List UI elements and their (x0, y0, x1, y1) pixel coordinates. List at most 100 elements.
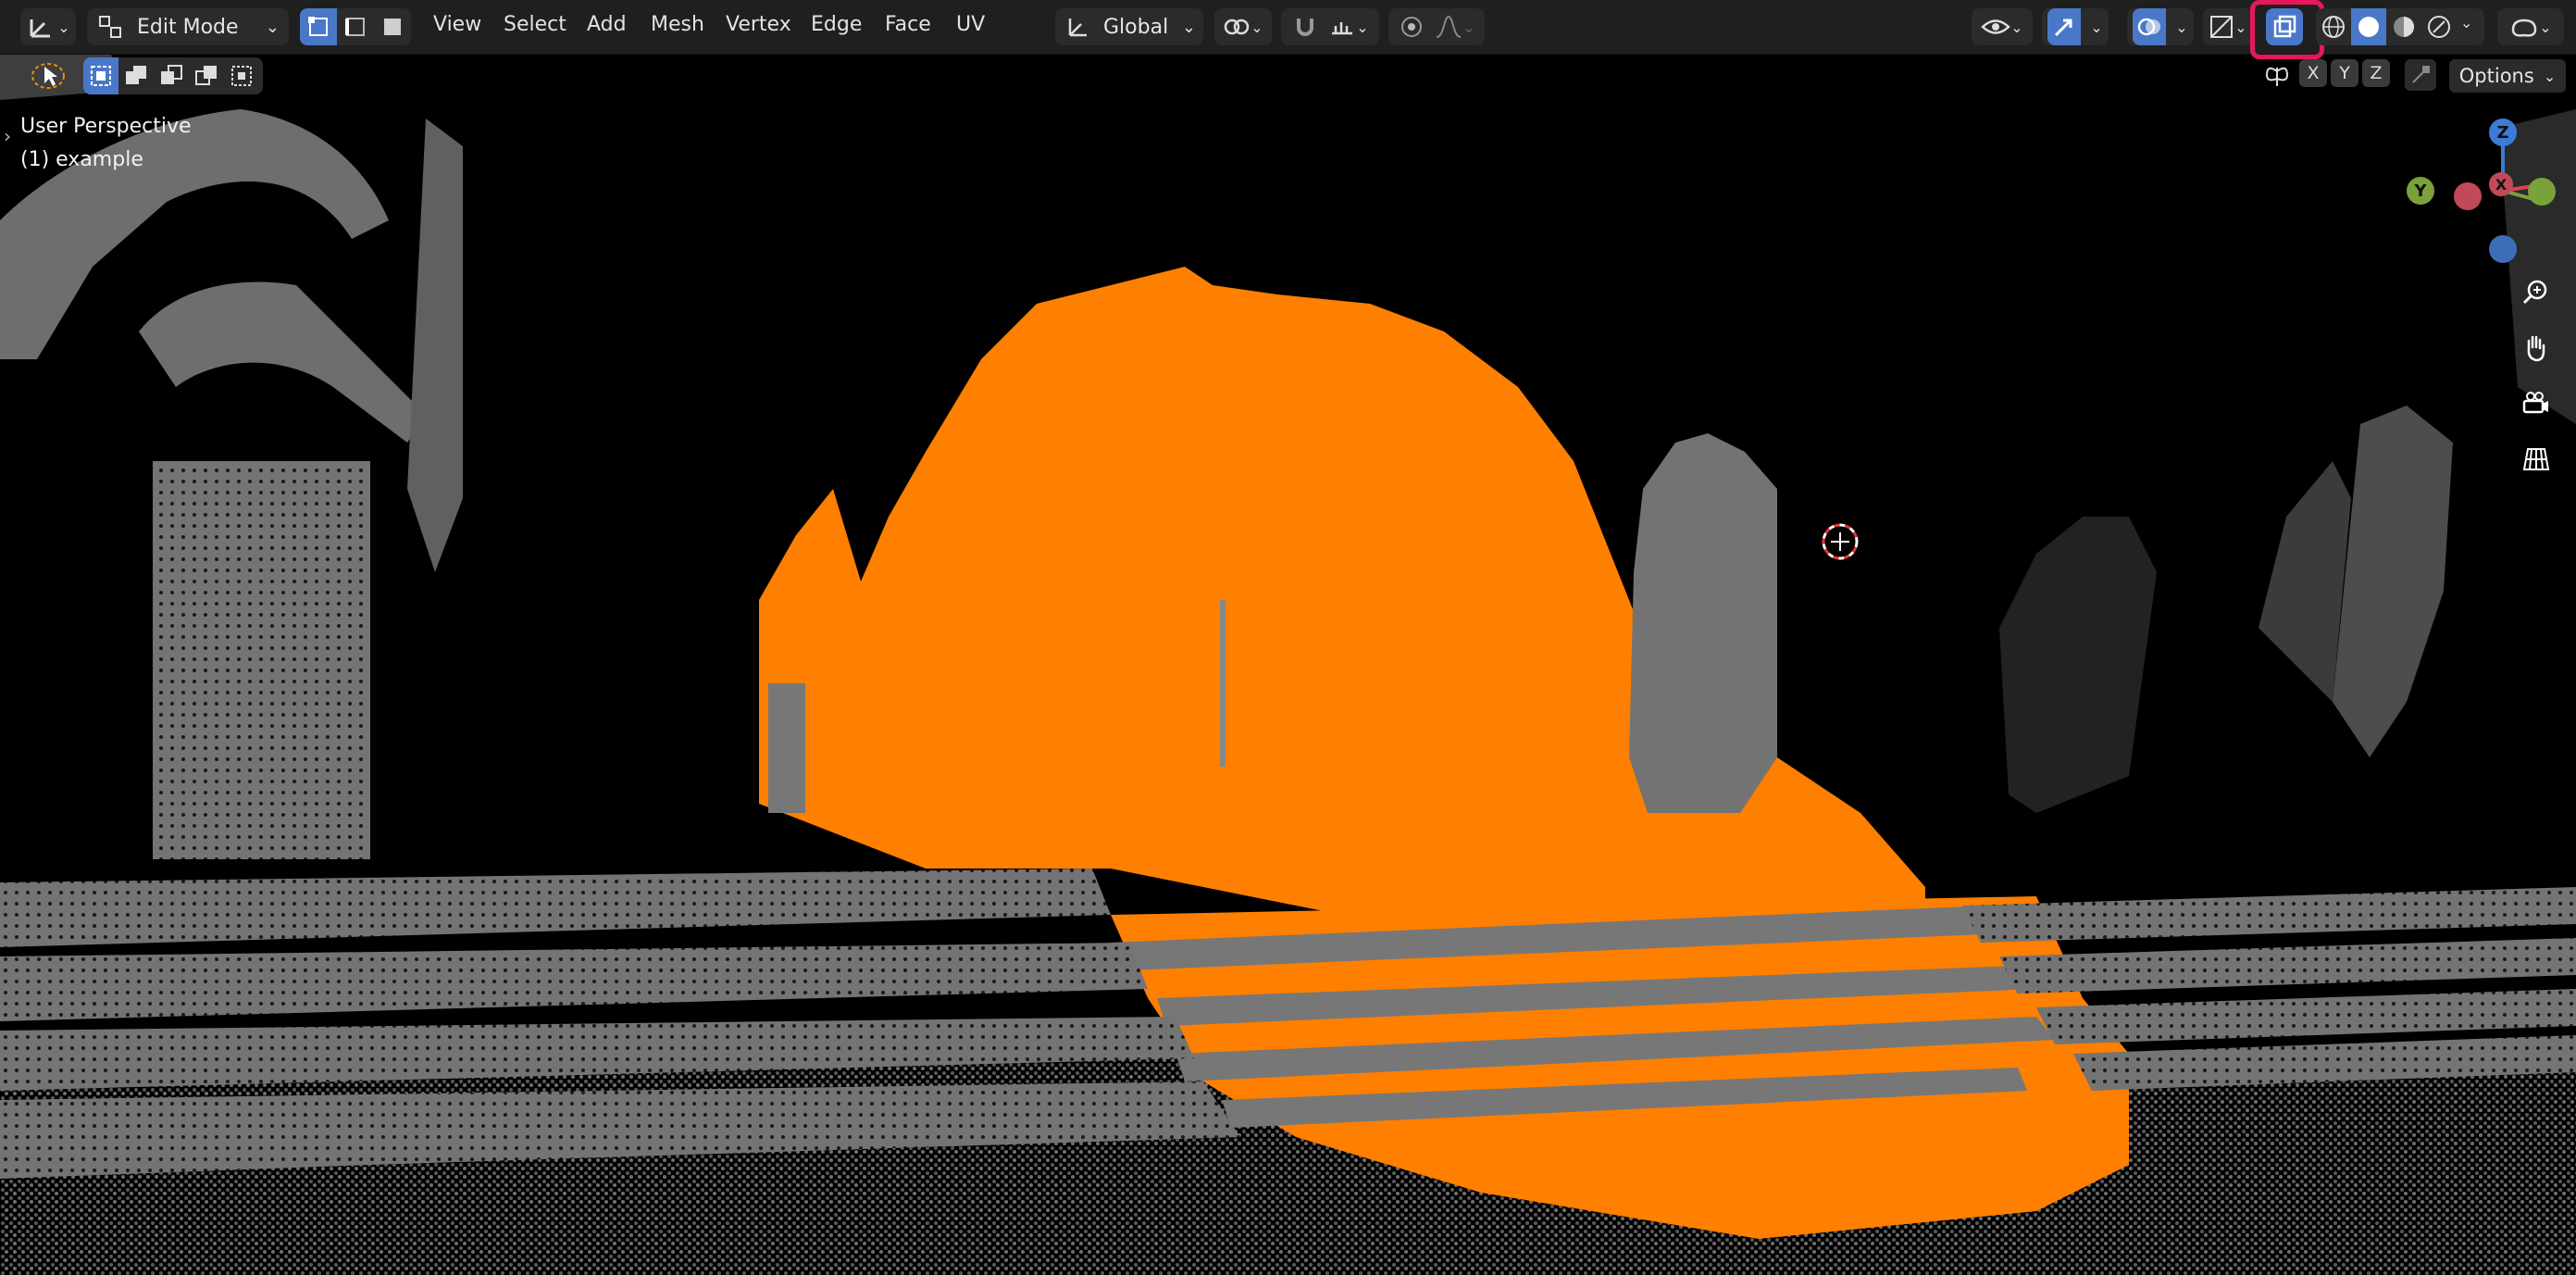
mesh-edit-overlays-button[interactable]: ⌄ (2203, 8, 2253, 45)
hand-icon (2527, 335, 2545, 362)
menu-face[interactable]: Face (885, 13, 931, 36)
wireframe-sphere-icon (2322, 16, 2345, 38)
menu-mesh[interactable]: Mesh (651, 13, 704, 36)
camera-icon (2522, 392, 2548, 414)
chevron-down-icon[interactable]: ⌄ (2460, 14, 2472, 31)
gizmo-y-axis[interactable]: Y (2407, 177, 2434, 205)
select-difference-button[interactable] (189, 57, 224, 94)
solid-shading-button[interactable] (2351, 8, 2386, 45)
select-mode-group (300, 8, 411, 45)
gizmo-toggle-group: ⌄ (2042, 8, 2109, 45)
select-intersect-icon (231, 66, 252, 86)
select-tool-button[interactable] (28, 59, 68, 93)
select-extend-icon (126, 66, 146, 84)
rendered-shading-button[interactable] (2421, 8, 2457, 45)
select-new-button[interactable] (83, 57, 118, 94)
lasso-select-icon (31, 63, 65, 89)
material-preview-button[interactable] (2386, 8, 2421, 45)
chevron-down-icon: ⌄ (2234, 18, 2247, 36)
tool-settings-row: X Y Z Options ⌄ (0, 54, 2576, 96)
select-box-icon (91, 66, 111, 86)
select-subtract-button[interactable] (154, 57, 189, 94)
selection-mode-group (83, 57, 263, 94)
mode-label: Edit Mode (137, 15, 239, 39)
gizmo-arrow-icon (2055, 19, 2072, 37)
menu-select[interactable]: Select (504, 13, 566, 36)
chevron-down-icon: ⌄ (2539, 18, 2552, 36)
grid-perspective-icon (2522, 448, 2550, 470)
face-select-icon (384, 19, 401, 35)
zoom-magnifier-icon (2522, 280, 2547, 305)
gizmo-neg-y-axis[interactable] (2528, 178, 2556, 206)
chevron-down-icon[interactable]: ⌄ (2090, 19, 2102, 36)
overlays-toggle-button[interactable] (2133, 8, 2167, 45)
editor-type-button[interactable]: ⌄ (20, 8, 76, 45)
object-label: (1) example (20, 148, 143, 171)
perspective-label: User Perspective (20, 115, 192, 138)
vertex-select-button[interactable] (300, 8, 337, 45)
3d-viewport[interactable] (0, 54, 2576, 1275)
menu-edge[interactable]: Edge (811, 13, 862, 36)
pivot-link-icon (1225, 19, 1250, 35)
menu-uv[interactable]: UV (956, 13, 985, 36)
mode-select[interactable]: Edit Mode ⌄ (87, 8, 289, 45)
menu-vertex[interactable]: Vertex (726, 13, 791, 36)
camera-view-button[interactable] (2514, 381, 2558, 426)
gizmo-x-axis[interactable]: X (2489, 172, 2513, 196)
left-arch-structure (0, 54, 463, 859)
edit-mode-icon (99, 16, 121, 38)
gizmo-toggle-button[interactable] (2047, 8, 2082, 45)
select-intersect-button[interactable] (224, 57, 259, 94)
chevron-down-icon: ⌄ (1251, 18, 1263, 36)
mirror-z-toggle[interactable]: Z (2362, 59, 2390, 87)
navigation-gizmo[interactable]: Z Y X (2407, 109, 2564, 276)
chevron-down-icon[interactable]: ⌄ (2175, 19, 2187, 36)
butterfly-mirror-icon (2265, 67, 2289, 86)
pivot-point-button[interactable]: ⌄ (1214, 8, 1272, 45)
snap-magnet-icon[interactable] (1291, 13, 1319, 41)
snap-increment-icon[interactable] (1328, 13, 1356, 41)
standing-figure-points (1629, 433, 1777, 813)
proportional-edit-group: ⌄ (1388, 8, 1485, 45)
mirror-icon[interactable] (2259, 57, 2296, 94)
selectability-visibility-button[interactable]: ⌄ (1972, 8, 2033, 45)
overlays-icon (2138, 18, 2161, 36)
gizmo-z-axis[interactable]: Z (2489, 119, 2517, 146)
chevron-down-icon: ⌄ (2543, 67, 2557, 85)
axes-icon (30, 19, 51, 38)
chevron-down-icon[interactable]: ⌄ (1462, 19, 1475, 36)
menu-add[interactable]: Add (587, 13, 627, 36)
zoom-button[interactable] (2514, 270, 2558, 315)
vertex-select-icon (308, 17, 328, 36)
proportional-edit-icon[interactable] (1398, 13, 1425, 41)
material-sphere-icon (2394, 17, 2414, 37)
wireframe-shading-button[interactable] (2316, 8, 2351, 45)
edge-select-button[interactable] (337, 8, 374, 45)
select-subtract-icon (161, 65, 182, 84)
mesh-edit-overlay-icon (2210, 16, 2234, 38)
mirror-x-toggle[interactable]: X (2299, 59, 2327, 87)
transform-orientation-select[interactable]: Global ⌄ (1055, 8, 1203, 45)
gizmo-neg-z-axis[interactable] (2489, 235, 2517, 263)
cloud-outline-icon (2512, 19, 2537, 37)
options-dropdown[interactable]: Options ⌄ (2449, 59, 2566, 93)
face-select-button[interactable] (374, 8, 411, 45)
gizmo-neg-x-axis[interactable] (2454, 182, 2482, 210)
perspective-toggle-button[interactable] (2514, 437, 2558, 481)
sidebar-expand-arrow[interactable]: › (4, 125, 11, 147)
3d-cursor-icon[interactable] (1822, 523, 1859, 560)
view-object-types-button[interactable]: ⌄ (2497, 8, 2564, 45)
transform-orientation-label: Global (1103, 15, 1169, 39)
mirror-y-toggle[interactable]: Y (2331, 59, 2358, 87)
point-cloud-scene (0, 54, 2576, 1275)
shading-mode-group: ⌄ (2316, 8, 2484, 45)
falloff-curve-icon[interactable] (1435, 13, 1462, 41)
chevron-down-icon[interactable]: ⌄ (1356, 19, 1368, 36)
menu-view[interactable]: View (433, 13, 481, 36)
viewport-header: ⌄ Edit Mode ⌄ View Select Add Mesh Verte… (0, 0, 2576, 59)
pan-button[interactable] (2514, 326, 2558, 370)
chevron-down-icon: ⌄ (265, 17, 280, 37)
eye-cursor-icon (1981, 19, 2011, 34)
select-extend-button[interactable] (118, 57, 154, 94)
auto-merge-icon[interactable] (2405, 59, 2436, 91)
